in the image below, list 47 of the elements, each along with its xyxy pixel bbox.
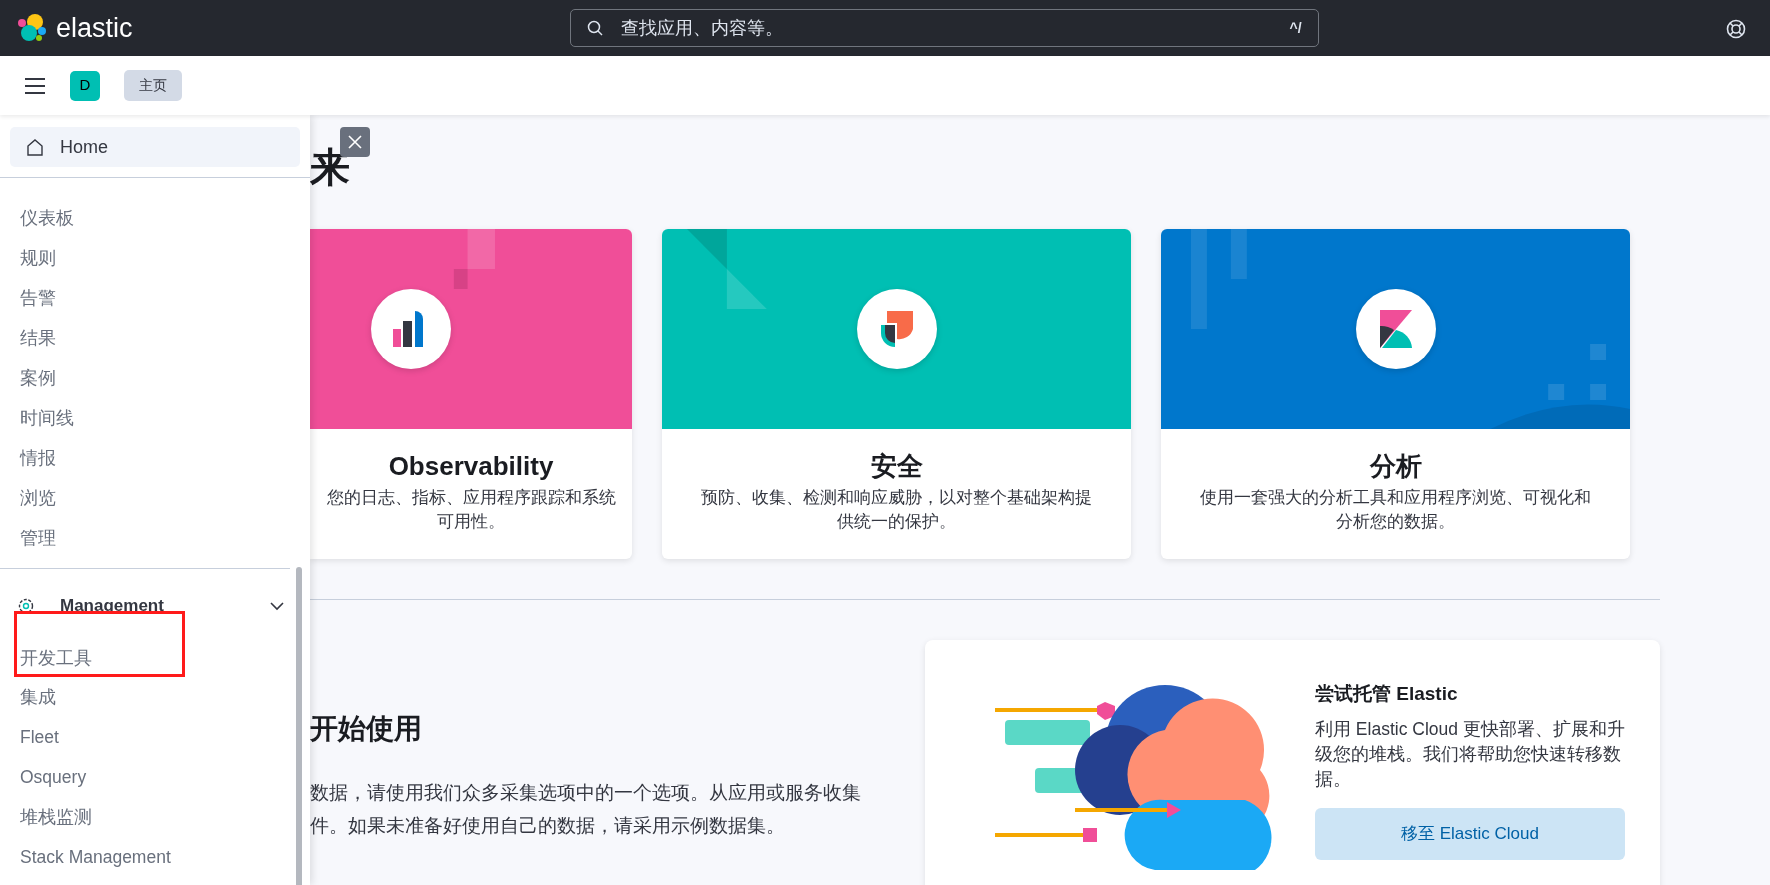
section-heading: 开始使用 — [310, 712, 423, 746]
solution-card[interactable]: 分析 使用一套强大的分析工具和应用程序浏览、可视化和分析您的数据。 — [1161, 229, 1630, 559]
home-icon — [26, 138, 44, 156]
kibana-logo-icon — [1377, 308, 1414, 350]
card-description: 您的日志、指标、应用程序跟踪和系统可用性。 — [325, 487, 617, 533]
nav-link[interactable]: 集成 — [0, 677, 310, 717]
page-title: 来 — [310, 144, 350, 191]
search-field[interactable]: 查找应用、内容等。 — [618, 13, 1274, 43]
search-bar[interactable]: 查找应用、内容等。 ^/ — [569, 9, 1319, 47]
pattern-drawing — [453, 229, 495, 289]
scrollbar[interactable] — [296, 567, 302, 885]
shield-icon — [878, 309, 915, 349]
nav-link[interactable]: 管理 — [0, 518, 310, 558]
nav-link[interactable]: Osquery — [0, 757, 310, 797]
solution-card[interactable]: Observability 您的日志、指标、应用程序跟踪和系统可用性。 — [310, 229, 632, 559]
solution-card[interactable]: 安全 预防、收集、检测和响应威胁，以对整个基础架构提供统一的保护。 — [662, 229, 1131, 559]
nav-link[interactable]: Fleet — [0, 717, 310, 757]
card-description: 使用一套强大的分析工具和应用程序浏览、可视化和分析您的数据。 — [1199, 487, 1592, 533]
nav-link[interactable]: 浏览 — [0, 478, 310, 518]
card-description: 预防、收集、检测和响应威胁，以对整个基础架构提供统一的保护。 — [700, 487, 1093, 533]
nav-link[interactable]: 情报 — [0, 438, 310, 478]
nav-link[interactable]: 告警 — [0, 278, 310, 318]
close-icon — [348, 135, 362, 149]
breadcrumb[interactable]: 主页 — [124, 70, 182, 101]
card-title: 安全 — [869, 450, 924, 483]
cloud-button[interactable]: 移至 Elastic Cloud — [1315, 807, 1625, 860]
logo-text: elastic — [56, 11, 133, 45]
card-title: 分析 — [1368, 450, 1423, 483]
card-description: 利用 Elastic Cloud 更快部署、扩展和升级您的堆栈。我们将帮助您快速转移数据。 — [1315, 717, 1626, 791]
text-line: 件。如果未准备好使用自己的数据，请采用示例数据集。 — [310, 814, 786, 838]
nav-link[interactable]: 仪表板 — [0, 198, 310, 238]
text-line: 数据，请使用我们众多采集选项中的一个选项。从应用或服务收集 — [310, 781, 862, 805]
card-title: Observability — [387, 450, 555, 483]
nav-link[interactable]: 规则 — [0, 238, 310, 278]
nav-link[interactable]: 时间线 — [0, 398, 310, 438]
help-icon[interactable] — [1726, 18, 1746, 39]
nav-link[interactable]: Stack Management — [0, 837, 310, 877]
shortcut-hint: ^/ — [1289, 18, 1302, 38]
nav-link[interactable]: 案例 — [0, 358, 310, 398]
space-avatar[interactable]: D — [70, 70, 100, 101]
home-link[interactable]: Home — [10, 127, 300, 167]
search-icon — [586, 20, 603, 36]
card-title: 尝试托管 Elastic — [1315, 682, 1459, 706]
nav-link[interactable]: 结果 — [0, 318, 310, 358]
logo-icon — [16, 12, 48, 44]
menu-icon[interactable] — [24, 76, 46, 95]
nav-link[interactable]: 堆栈监测 — [0, 797, 310, 837]
